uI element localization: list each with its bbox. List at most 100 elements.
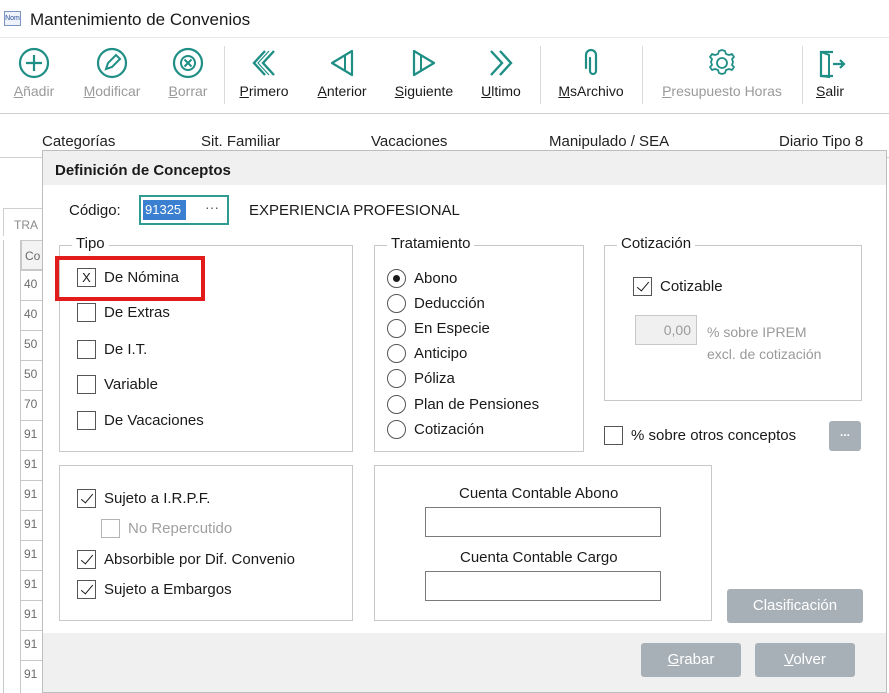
grid-cell[interactable]: 70 xyxy=(21,390,43,418)
poliza-radio[interactable]: Póliza xyxy=(387,369,455,388)
previous-button[interactable]: Anterior xyxy=(308,46,376,110)
cuenta-abono-input[interactable] xyxy=(425,507,661,537)
anticipo-radio[interactable]: Anticipo xyxy=(387,344,467,363)
codigo-lookup-button[interactable]: ··· xyxy=(205,199,219,215)
grid-cell[interactable]: 50 xyxy=(21,360,43,388)
presupuesto-horas-button[interactable]: Presupuesto Horas xyxy=(650,46,794,110)
de-it-box[interactable] xyxy=(77,340,96,359)
de-vacaciones-box[interactable] xyxy=(77,411,96,430)
tab-categorias[interactable]: Categorías xyxy=(42,133,115,150)
iprem-caption: % sobre IPREM excl. de cotización xyxy=(707,321,821,365)
grid-header[interactable]: Co xyxy=(21,240,43,270)
variable-box[interactable] xyxy=(77,375,96,394)
msarchivo-button[interactable]: MsArchivo xyxy=(548,46,634,110)
de-vacaciones-label: De Vacaciones xyxy=(104,412,204,429)
grid-cell[interactable]: 91 xyxy=(21,630,43,658)
abono-radio[interactable]: Abono xyxy=(387,269,457,288)
grid-cell[interactable]: 91 xyxy=(21,570,43,598)
triangle-left-icon xyxy=(330,49,354,77)
grabar-button[interactable]: Grabar xyxy=(641,643,741,677)
grid-cell[interactable]: 40 xyxy=(21,300,43,328)
highlight-annotation xyxy=(55,256,205,301)
grid-cell[interactable]: 40 xyxy=(21,270,43,298)
cotizacion-radio-button[interactable] xyxy=(387,420,406,439)
grabar-accelerator: G xyxy=(667,651,680,668)
double-chevron-left-icon xyxy=(252,50,275,76)
grid-cell[interactable]: 91 xyxy=(21,480,43,508)
tab-diario-tipo-8[interactable]: Diario Tipo 8 xyxy=(779,133,863,150)
volver-button[interactable]: Volver xyxy=(755,643,855,677)
background-tab[interactable]: TRA xyxy=(3,208,43,236)
absorbible-box[interactable] xyxy=(77,550,96,569)
grid-cell[interactable]: 91 xyxy=(21,660,43,688)
absorbible-checkbox[interactable]: Absorbible por Dif. Convenio xyxy=(77,550,295,569)
cotizable-checkbox[interactable]: Cotizable xyxy=(633,277,723,296)
grid-cell[interactable]: 91 xyxy=(21,450,43,478)
grid-cell[interactable]: 50 xyxy=(21,330,43,358)
tab-vacaciones[interactable]: Vacaciones xyxy=(371,133,447,150)
plan-pensiones-radio-button[interactable] xyxy=(387,395,406,414)
absorbible-label: Absorbible por Dif. Convenio xyxy=(104,551,295,568)
abono-radio-button[interactable] xyxy=(387,269,406,288)
plan-pensiones-radio[interactable]: Plan de Pensiones xyxy=(387,395,539,414)
irpf-box[interactable] xyxy=(77,489,96,508)
app-icon: Nom xyxy=(4,11,21,26)
grid-cell[interactable]: 91 xyxy=(21,420,43,448)
last-button[interactable]: Ultimo xyxy=(470,46,532,110)
plan-pensiones-label: Plan de Pensiones xyxy=(414,396,540,413)
cuenta-cargo-input[interactable] xyxy=(425,571,661,601)
otros-conceptos-checkbox[interactable]: % sobre otros conceptos xyxy=(604,426,796,445)
no-repercutido-box[interactable] xyxy=(101,519,120,538)
modify-button[interactable]: Modificar xyxy=(74,46,150,110)
no-repercutido-checkbox[interactable]: No Repercutido xyxy=(101,519,232,538)
toolbar: Añadir Modificar Borrar Primero Anterior xyxy=(0,38,889,114)
abono-label: Abono xyxy=(414,270,458,287)
embargos-label: Sujeto a Embargos xyxy=(104,581,232,598)
codigo-input[interactable]: 91325 ··· xyxy=(139,195,229,225)
row-selector-column xyxy=(3,240,21,693)
add-button[interactable]: Añadir xyxy=(6,46,62,110)
volver-label: olver xyxy=(793,651,826,668)
tab-manipulado-sea[interactable]: Manipulado / SEA xyxy=(549,133,669,150)
delete-button-label: Borrar xyxy=(168,83,208,99)
delete-button[interactable]: Borrar xyxy=(160,46,216,110)
next-button[interactable]: Siguiente xyxy=(386,46,462,110)
grid-cell[interactable]: 91 xyxy=(21,600,43,628)
iprem-percentage-input[interactable]: 0,00 xyxy=(635,315,697,345)
pencil-circle-icon xyxy=(96,47,128,79)
embargos-box[interactable] xyxy=(77,580,96,599)
cotizable-box[interactable] xyxy=(633,277,652,296)
embargos-checkbox[interactable]: Sujeto a Embargos xyxy=(77,580,232,599)
en-especie-radio-button[interactable] xyxy=(387,319,406,338)
irpf-checkbox[interactable]: Sujeto a I.R.P.F. xyxy=(77,489,210,508)
cotizable-label: Cotizable xyxy=(660,278,723,295)
tab-sit-familiar[interactable]: Sit. Familiar xyxy=(201,133,280,150)
grid-cell[interactable]: 91 xyxy=(21,540,43,568)
deduccion-radio-button[interactable] xyxy=(387,294,406,313)
poliza-radio-button[interactable] xyxy=(387,369,406,388)
en-especie-radio[interactable]: En Especie xyxy=(387,319,490,338)
cotizacion-radio[interactable]: Cotización xyxy=(387,420,484,439)
anticipo-radio-button[interactable] xyxy=(387,344,406,363)
de-extras-checkbox[interactable]: De Extras xyxy=(77,303,170,322)
de-it-checkbox[interactable]: De I.T. xyxy=(77,340,147,359)
exit-button[interactable]: Salir xyxy=(808,46,852,110)
window-title: Mantenimiento de Convenios xyxy=(30,10,251,29)
add-button-label: Añadir xyxy=(13,83,55,99)
variable-checkbox[interactable]: Variable xyxy=(77,375,158,394)
otros-conceptos-button[interactable]: ... xyxy=(829,421,861,451)
toolbar-separator xyxy=(642,46,643,104)
codigo-value[interactable]: 91325 xyxy=(143,200,186,220)
presupuesto-horas-button-label: Presupuesto Horas xyxy=(662,83,782,99)
otros-conceptos-box[interactable] xyxy=(604,426,623,445)
title-bar: Nom Mantenimiento de Convenios xyxy=(0,0,889,38)
cuenta-cargo-label: Cuenta Contable Cargo xyxy=(460,549,618,566)
deduccion-radio[interactable]: Deducción xyxy=(387,294,485,313)
grid-cell[interactable]: 91 xyxy=(21,510,43,538)
de-vacaciones-checkbox[interactable]: De Vacaciones xyxy=(77,411,204,430)
first-button[interactable]: Primero xyxy=(232,46,296,110)
de-extras-box[interactable] xyxy=(77,303,96,322)
otros-conceptos-label: % sobre otros conceptos xyxy=(631,427,797,444)
clasificacion-button[interactable]: Clasificación xyxy=(727,589,863,623)
next-button-label: Siguiente xyxy=(394,83,454,99)
